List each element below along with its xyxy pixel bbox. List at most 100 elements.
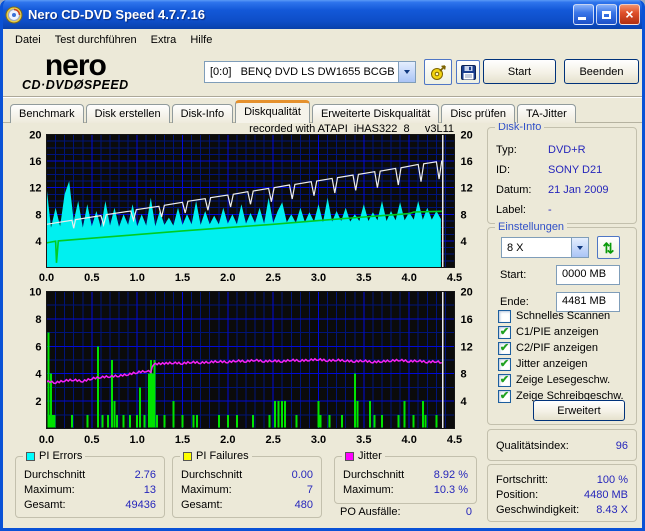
quality-index-label: Qualitätsindex: xyxy=(496,439,569,452)
checkbox-zeige-lesegeschw[interactable]: ✔ Zeige Lesegeschw. xyxy=(498,372,632,388)
svg-text:1.5: 1.5 xyxy=(175,434,190,446)
stat-row: Maximum: 13 xyxy=(24,483,156,496)
maximize-button[interactable] xyxy=(596,4,617,25)
app-icon xyxy=(5,6,23,24)
pi-failures-title: PI Failures xyxy=(196,450,249,462)
svg-text:2: 2 xyxy=(35,396,41,408)
cddvdspeed-logo-text: CD·DVDØSPEED xyxy=(22,78,129,92)
pi-errors-stats-box: PI Errors Durchschnitt 2.76 Maximum: 13 Ge… xyxy=(15,450,165,518)
svg-text:16: 16 xyxy=(461,314,473,326)
jitter-title: Jitter xyxy=(358,450,382,462)
svg-text:4: 4 xyxy=(35,369,42,381)
save-button[interactable] xyxy=(456,60,480,84)
checkbox-schnelles-scannen[interactable]: ✔Schnelles Scannen xyxy=(498,308,632,324)
pi-failures-jitter-chart: 2 4 6 8 10 4 8 12 16 20 0.0 0.5 1.0 1.5 2.0 2.5 3.0 3.5 4.… xyxy=(29,288,473,446)
svg-text:4: 4 xyxy=(461,396,468,408)
start-button[interactable]: Start xyxy=(483,59,556,84)
chevron-down-icon[interactable] xyxy=(571,238,588,257)
svg-text:1.5: 1.5 xyxy=(175,272,190,284)
tab-disk-erstellen[interactable]: Disk erstellen xyxy=(85,104,170,123)
check-icon: ✔ xyxy=(499,389,510,402)
svg-text:6: 6 xyxy=(35,341,41,353)
disk-info-row: Datum: 21 Jan 2009 xyxy=(496,184,609,196)
scan-speed-value: 8 X xyxy=(507,241,524,254)
stat-row: Maximum: 10.3 % xyxy=(343,483,468,496)
check-icon: ✔ xyxy=(499,373,510,386)
advanced-button[interactable]: Erweitert xyxy=(533,400,625,421)
tab-disc-pruefen[interactable]: Disc prüfen xyxy=(441,104,516,123)
svg-text:2.0: 2.0 xyxy=(220,434,235,446)
quality-index-row: Qualitätsindex: 96 xyxy=(496,438,628,453)
progress-row: Fortschritt: 100 % xyxy=(496,473,628,486)
svg-text:1.0: 1.0 xyxy=(130,272,145,284)
maximize-icon xyxy=(602,10,611,19)
svg-text:20: 20 xyxy=(461,131,473,142)
disc-eject-icon xyxy=(430,64,447,81)
checkbox-c1-pie-anzeigen[interactable]: ✔ C1/PIE anzeigen xyxy=(498,324,632,340)
menu-extra[interactable]: Extra xyxy=(144,31,184,49)
svg-text:8: 8 xyxy=(35,314,41,326)
close-icon: × xyxy=(625,6,634,22)
menu-datei[interactable]: Datei xyxy=(8,31,48,49)
floppy-icon xyxy=(460,64,476,80)
stat-row: Durchschnitt 2.76 xyxy=(24,468,156,481)
check-icon: ✔ xyxy=(499,325,510,338)
stat-row: Gesamt: 49436 xyxy=(24,498,156,511)
scan-speed-select[interactable]: 8 X xyxy=(501,237,589,258)
svg-text:0.0: 0.0 xyxy=(39,434,54,446)
svg-text:4: 4 xyxy=(35,236,42,248)
pi-failures-stats-box: PI Failures Durchschnitt 0.00 Maximum: 7 G… xyxy=(172,450,322,518)
progress-box: Fortschritt: 100 % Position: 4480 MB Gesch… xyxy=(487,464,637,522)
disk-info-row: Label: - xyxy=(496,204,552,216)
stat-row: Gesamt: 480 xyxy=(181,498,313,511)
menu-test-durchfuehren[interactable]: Test durchführen xyxy=(48,31,144,49)
check-icon: ✔ xyxy=(499,341,510,354)
checkbox-box: ✔ xyxy=(498,373,511,387)
refresh-icon: ⇅ xyxy=(602,239,615,256)
tab-disk-info[interactable]: Disk-Info xyxy=(171,104,234,123)
quit-button[interactable]: Beenden xyxy=(564,59,639,84)
svg-text:8: 8 xyxy=(35,209,41,221)
svg-text:10: 10 xyxy=(29,288,41,299)
jitter-swatch xyxy=(345,451,354,461)
check-icon: ✔ xyxy=(499,357,510,370)
stat-row: Durchschnitt 0.00 xyxy=(181,468,313,481)
tab-strip: Benchmark Disk erstellen Disk-Info Diskq… xyxy=(10,100,578,123)
close-button[interactable]: × xyxy=(619,4,640,25)
svg-text:0.0: 0.0 xyxy=(39,272,54,284)
checkbox-c2-pif-anzeigen[interactable]: ✔ C2/PIF anzeigen xyxy=(498,340,632,356)
eject-button[interactable] xyxy=(424,59,452,85)
svg-text:4.5: 4.5 xyxy=(447,272,462,284)
svg-text:4.0: 4.0 xyxy=(402,434,417,446)
tab-diskqualitaet[interactable]: Diskqualität xyxy=(235,100,310,123)
svg-text:12: 12 xyxy=(461,183,473,195)
checkbox-box: ✔ xyxy=(498,389,511,403)
menu-hilfe[interactable]: Hilfe xyxy=(183,31,219,49)
tab-benchmark[interactable]: Benchmark xyxy=(10,104,84,123)
disk-info-row: ID: SONY D21 xyxy=(496,164,603,176)
drive-select[interactable]: [0:0] BENQ DVD LS DW1655 BCGB xyxy=(204,61,416,83)
svg-text:20: 20 xyxy=(29,131,41,142)
svg-text:4.5: 4.5 xyxy=(447,434,462,446)
pi-errors-title: PI Errors xyxy=(39,450,83,462)
chevron-down-icon[interactable] xyxy=(398,62,415,82)
title-bar[interactable]: Nero CD-DVD Speed 4.7.7.16 × xyxy=(0,0,645,29)
svg-text:3.0: 3.0 xyxy=(311,272,326,284)
minimize-button[interactable] xyxy=(573,4,594,25)
checkbox-jitter-anzeigen[interactable]: ✔ Jitter anzeigen xyxy=(498,356,632,372)
checkbox-box: ✔ xyxy=(498,357,511,371)
svg-text:20: 20 xyxy=(461,288,473,299)
refresh-button[interactable]: ⇅ xyxy=(597,236,620,259)
pi-errors-swatch xyxy=(26,451,35,461)
checkbox-box: ✔ xyxy=(498,309,511,323)
tab-ta-jitter[interactable]: TA-Jitter xyxy=(517,104,576,123)
po-failures-value: 0 xyxy=(465,506,472,518)
progress-row: Geschwindigkeit: 8.43 X xyxy=(496,503,628,516)
quality-index-box: Qualitätsindex: 96 xyxy=(487,429,637,461)
end-field-label: Ende: xyxy=(500,296,529,308)
pi-errors-chart: 4 8 12 16 20 4 8 12 16 20 0.0 0.5 1.0 1.5 2.0 2.5 3.0 3.5… xyxy=(29,131,473,284)
tab-erweiterte-diskqualitaet[interactable]: Erweiterte Diskqualität xyxy=(311,104,440,123)
stat-row: Durchschnitt 8.92 % xyxy=(343,468,468,481)
start-mb-field[interactable]: 0000 MB xyxy=(556,265,620,285)
stat-row: Maximum: 7 xyxy=(181,483,313,496)
